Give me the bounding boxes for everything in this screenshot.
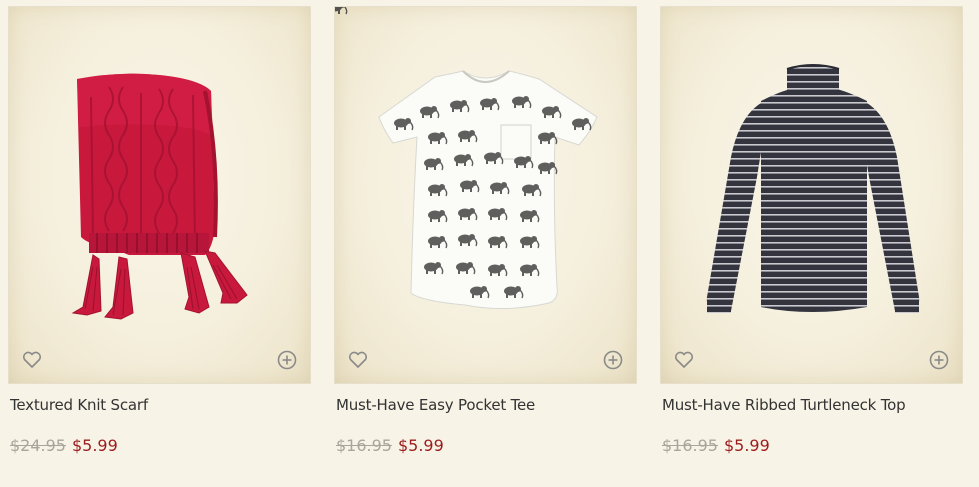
price-row: $16.95 $5.99 [662,436,770,455]
original-price: $24.95 [10,436,66,455]
sale-price: $5.99 [71,436,118,455]
product-image-frame[interactable] [660,6,963,384]
product-image-frame[interactable] [8,6,311,384]
heart-outline-icon[interactable] [673,349,695,371]
original-price: $16.95 [336,436,392,455]
product-card[interactable]: Must-Have Easy Pocket Tee $16.95 $5.99 [334,6,637,455]
product-card[interactable]: Must-Have Ribbed Turtleneck Top $16.95 $5… [660,6,963,455]
heart-outline-icon[interactable] [347,349,369,371]
heart-outline-icon[interactable] [21,349,43,371]
plus-circle-icon[interactable] [602,349,624,371]
original-price: $16.95 [662,436,718,455]
striped-turtleneck-image[interactable] [661,7,963,384]
product-name[interactable]: Must-Have Ribbed Turtleneck Top [662,396,906,414]
price-row: $24.95 $5.99 [10,436,118,455]
price-row: $16.95 $5.99 [336,436,444,455]
plus-circle-icon[interactable] [276,349,298,371]
product-name[interactable]: Textured Knit Scarf [10,396,148,414]
sale-price: $5.99 [397,436,444,455]
product-card[interactable]: Textured Knit Scarf $24.95 $5.99 [8,6,311,455]
product-image-frame[interactable] [334,6,637,384]
red-knit-scarf-image[interactable] [9,7,311,384]
white-elephant-print-tee-image[interactable] [335,7,637,384]
sale-price: $5.99 [723,436,770,455]
plus-circle-icon[interactable] [928,349,950,371]
product-grid: Textured Knit Scarf $24.95 $5.99 Must-Ha… [0,0,979,487]
product-name[interactable]: Must-Have Easy Pocket Tee [336,396,535,414]
